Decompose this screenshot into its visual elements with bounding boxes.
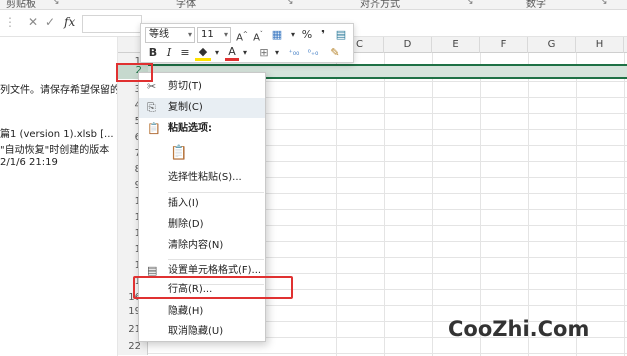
grid-line <box>480 53 481 356</box>
dialog-launcher-icon[interactable]: ↘ <box>286 0 294 7</box>
number-format-icon[interactable]: ▦ <box>268 27 286 43</box>
watermark-text: CooZhi.Com <box>448 317 590 341</box>
copy-icon: ⎘ <box>147 101 156 114</box>
paste-icon: 📋 <box>147 122 161 135</box>
highlight-box-row-header <box>116 63 153 82</box>
menu-item-label: 插入(I) <box>168 198 199 209</box>
formula-input[interactable] <box>82 15 142 33</box>
dialog-launcher-icon[interactable]: ↘ <box>600 0 608 7</box>
column-header-f[interactable]: F <box>480 37 528 53</box>
chevron-down-icon[interactable]: ▾ <box>240 45 250 61</box>
font-color-icon[interactable]: A <box>225 45 239 61</box>
grid-line <box>624 53 625 356</box>
check-icon[interactable]: ✓ <box>45 15 55 29</box>
paste-option-icon[interactable]: 📋 <box>170 143 187 163</box>
ribbon-group-alignment[interactable]: 对齐方式 <box>360 0 400 9</box>
grid-line <box>148 353 627 354</box>
highlight-box-row-height <box>133 276 293 299</box>
bold-button[interactable]: B <box>147 45 159 61</box>
menu-item-label: 删除(D) <box>168 219 204 230</box>
close-icon[interactable]: ✕ <box>28 15 38 29</box>
percent-button[interactable]: % <box>299 27 315 43</box>
grid-line <box>384 53 385 356</box>
mini-toolbar: 等线 ▾ 11 ▾ A^ Aˇ ▦ ▾ % ❜ ▤ B I ≡ ◆ ▾ A ▾ ⊞ … <box>140 23 354 63</box>
grid-line <box>528 53 529 356</box>
font-name-value: 等线 <box>149 29 169 40</box>
menu-item-label: 取消隐藏(U) <box>168 326 224 337</box>
font-size-select[interactable]: 11 ▾ <box>197 27 231 43</box>
chevron-down-icon[interactable]: ▾ <box>272 45 282 61</box>
comma-button[interactable]: ❜ <box>317 27 329 43</box>
menu-item-insert[interactable]: 插入(I) <box>139 194 265 214</box>
chevron-down-icon: ▾ <box>187 30 192 39</box>
column-header-g[interactable]: G <box>528 37 576 53</box>
font-name-select[interactable]: 等线 ▾ <box>145 27 195 43</box>
grid-line <box>576 53 577 356</box>
recovery-file-desc: "自动恢复"时创建的版本 <box>0 145 110 156</box>
recovery-file-name[interactable]: 篇1 (version 1).xlsb [... <box>0 125 114 140</box>
menu-item-paste-special[interactable]: 选择性粘贴(S)... <box>139 168 265 188</box>
fill-color-icon[interactable]: ◆ <box>195 45 211 61</box>
ribbon-group-number[interactable]: 数字 <box>526 0 546 9</box>
grid-line <box>432 53 433 356</box>
menu-item-clear-contents[interactable]: 清除内容(N) <box>139 236 265 256</box>
menu-item-unhide[interactable]: 取消隐藏(U) <box>139 322 265 342</box>
chevron-down-icon[interactable]: ▾ <box>212 45 222 61</box>
recovery-file-time: 2/1/6 21:19 <box>0 157 58 168</box>
increase-font-icon[interactable]: A^ <box>235 27 249 43</box>
menu-item-paste-default[interactable]: 📋 <box>139 141 265 165</box>
menu-item-label: 复制(C) <box>168 102 203 113</box>
menu-item-cut[interactable]: ✂ 剪切(T) <box>139 77 265 97</box>
insert-function-button[interactable]: fx <box>64 15 75 29</box>
italic-button[interactable]: I <box>163 45 175 61</box>
menu-item-label: 选择性粘贴(S)... <box>168 172 242 183</box>
recovery-info-text: 列文件。请保存希望保留的 <box>0 85 118 96</box>
dialog-launcher-icon[interactable]: ↘ <box>52 0 60 7</box>
menu-item-label: 粘贴选项: <box>168 123 212 134</box>
menu-item-label: 隐藏(H) <box>168 306 204 317</box>
menu-item-label: 剪切(T) <box>168 81 202 92</box>
column-header-h[interactable]: H <box>576 37 624 53</box>
menu-item-hide[interactable]: 隐藏(H) <box>139 302 265 322</box>
increase-decimal-icon[interactable]: ⁺₀₀ <box>285 45 303 61</box>
document-recovery-panel: 列文件。请保存希望保留的 篇1 (version 1).xlsb [... "自… <box>0 37 118 356</box>
context-menu: ✂ 剪切(T) ⎘ 复制(C) 📋 粘贴选项: 📋 选择性粘贴(S)... 插入… <box>138 72 266 342</box>
menu-item-paste-options: 📋 粘贴选项: <box>139 119 265 139</box>
ribbon-group-clipboard[interactable]: 剪贴板 <box>6 0 36 9</box>
menu-item-copy[interactable]: ⎘ 复制(C) <box>139 98 265 118</box>
menu-separator <box>168 192 264 193</box>
menu-item-label: 清除内容(N) <box>168 240 224 251</box>
font-size-value: 11 <box>201 29 214 40</box>
decrease-font-icon[interactable]: Aˇ <box>251 27 265 43</box>
grid-line <box>336 53 337 356</box>
menu-separator <box>168 259 264 260</box>
borders-icon[interactable]: ⊞ <box>257 45 271 61</box>
chevron-down-icon: ▾ <box>223 30 228 39</box>
menu-item-delete[interactable]: 删除(D) <box>139 215 265 235</box>
chevron-down-icon[interactable]: ▾ <box>288 27 298 43</box>
ribbon-group-font[interactable]: 字体 <box>176 0 196 9</box>
table-format-icon[interactable]: ▤ <box>333 27 349 43</box>
column-header-d[interactable]: D <box>384 37 432 53</box>
column-header-e[interactable]: E <box>432 37 480 53</box>
format-painter-icon[interactable]: ✎ <box>327 45 343 61</box>
more-icon: ⋮ <box>4 15 16 29</box>
align-icon[interactable]: ≡ <box>179 45 191 61</box>
dialog-launcher-icon[interactable]: ↘ <box>466 0 474 7</box>
ribbon-strip: 剪贴板 ↘ 字体 ↘ 对齐方式 ↘ 数字 ↘ <box>0 0 627 10</box>
decrease-decimal-icon[interactable]: ⁰₊₀ <box>304 45 322 61</box>
menu-item-label: 设置单元格格式(F)... <box>168 265 262 276</box>
